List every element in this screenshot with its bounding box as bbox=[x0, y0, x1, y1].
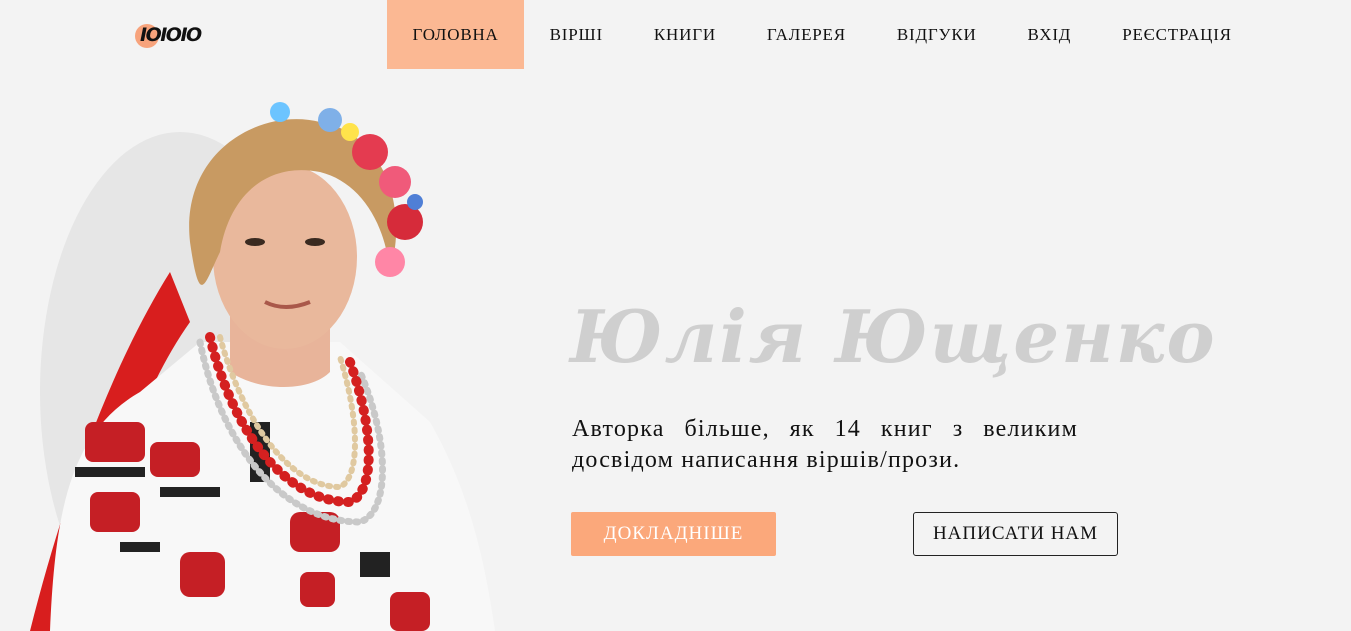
author-description: Авторка більше, як 14 книг з великим дос… bbox=[572, 416, 1078, 473]
nav-item-login[interactable]: ВХІД bbox=[1002, 0, 1097, 69]
nav-item-reviews[interactable]: ВІДГУКИ bbox=[871, 0, 1002, 69]
logo-text: IOIOIO bbox=[140, 24, 202, 46]
author-name: Юлія Ющенко bbox=[570, 294, 1217, 379]
nav-item-home[interactable]: ГОЛОВНА bbox=[387, 0, 525, 69]
nav-item-poems[interactable]: ВІРШІ bbox=[524, 0, 628, 69]
nav-item-register[interactable]: РЕЄСТРАЦІЯ bbox=[1097, 0, 1258, 69]
author-portrait bbox=[30, 102, 495, 631]
site-logo[interactable]: IOIOIO bbox=[135, 22, 205, 48]
more-button[interactable]: ДОКЛАДНІШЕ bbox=[571, 512, 776, 556]
nav-item-books[interactable]: КНИГИ bbox=[628, 0, 741, 69]
write-us-button[interactable]: НАПИСАТИ НАМ bbox=[913, 512, 1118, 556]
nav-item-gallery[interactable]: ГАЛЕРЕЯ bbox=[741, 0, 871, 69]
main-nav: ГОЛОВНА ВІРШІ КНИГИ ГАЛЕРЕЯ ВІДГУКИ ВХІД… bbox=[387, 0, 1257, 69]
